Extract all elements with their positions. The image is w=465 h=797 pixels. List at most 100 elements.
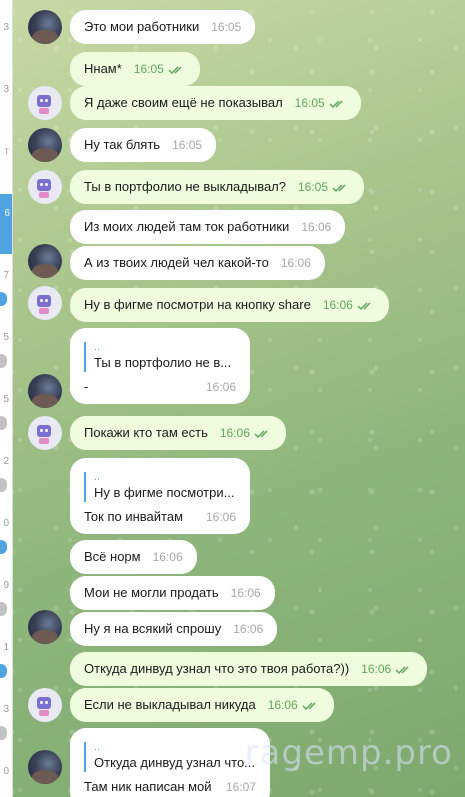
message-text: Ннам* — [84, 61, 122, 76]
message-text: Всё норм — [84, 549, 141, 564]
read-checkmarks-icon — [395, 666, 409, 674]
unread-badge — [0, 540, 7, 554]
watermark: ragemp.pro — [244, 733, 453, 773]
message-time: 16:06 — [205, 380, 236, 394]
message-time: 16:06 — [230, 586, 261, 600]
message-time: 16:06 — [301, 220, 332, 234]
reply-quote[interactable]: .. Ну в фигме посмотри... — [84, 472, 236, 502]
message-bubble-outgoing[interactable]: Я даже своим ещё не показывал 16:05 — [70, 86, 361, 120]
message-bubble-outgoing[interactable]: Ннам* 16:05 — [70, 52, 200, 86]
muted-badge — [0, 416, 7, 430]
message-bubble-outgoing[interactable]: Если не выкладывал никуда 16:06 — [70, 688, 334, 722]
read-checkmarks-icon — [329, 100, 343, 108]
message-time: 16:05 — [211, 20, 242, 34]
message-time: 16:05 — [133, 62, 164, 76]
message-text: Ну я на всякий спрошу — [84, 621, 222, 636]
avatar[interactable] — [28, 10, 62, 44]
message-text: Я даже своим ещё не показывал — [84, 95, 283, 110]
message-text: Ну так блять — [84, 137, 161, 152]
message-bubble-reply-incoming[interactable]: .. Откуда динвуд узнал что... Там ник на… — [70, 728, 270, 797]
reply-quote-author: .. — [94, 341, 101, 353]
message-bubble-incoming[interactable]: Мои не могли продать 16:06 — [70, 576, 275, 610]
muted-badge — [0, 602, 7, 616]
message-text: Мои не могли продать — [84, 585, 219, 600]
chat-list-count: т — [4, 146, 9, 157]
message-time: 16:06 — [267, 698, 298, 712]
message-time: 16:06 — [219, 426, 250, 440]
chat-list-count: 5 — [3, 394, 9, 405]
read-checkmarks-icon — [302, 702, 316, 710]
muted-badge — [0, 478, 7, 492]
message-time: 16:06 — [233, 622, 264, 636]
read-checkmarks-icon — [357, 302, 371, 310]
message-bubble-reply-incoming[interactable]: .. Ну в фигме посмотри... Ток по инвайта… — [70, 458, 250, 534]
selected-chat-marker[interactable]: 6 — [0, 194, 12, 254]
message-bubble-reply-incoming[interactable]: .. Ты в портфолио не в... - 16:06 — [70, 328, 250, 404]
reply-quote-author: .. — [94, 741, 101, 753]
avatar[interactable] — [28, 610, 62, 644]
chat-list-count: 3 — [3, 22, 9, 33]
chat-list-count: 3 — [3, 704, 9, 715]
message-time: 16:06 — [280, 256, 311, 270]
avatar[interactable] — [28, 374, 62, 408]
reply-quote-author: .. — [94, 471, 101, 483]
message-bubble-outgoing[interactable]: Покажи кто там есть 16:06 — [70, 416, 286, 450]
chat-list-strip[interactable]: 3 3 т 6 7 5 5 2 0 9 1 3 0 — [0, 0, 13, 797]
message-text: Это мои работники — [84, 19, 200, 34]
message-bubble-incoming[interactable]: Из моих людей там ток работники 16:06 — [70, 210, 346, 244]
avatar[interactable] — [28, 170, 62, 204]
chat-list-count: 0 — [3, 518, 9, 529]
chat-list-count: 3 — [3, 84, 9, 95]
reply-quote[interactable]: .. Откуда динвуд узнал что... — [84, 742, 256, 772]
message-text: Откуда динвуд узнал что это твоя работа?… — [84, 661, 350, 676]
message-text: - — [84, 379, 89, 394]
message-bubble-incoming[interactable]: А из твоих людей чел какой-то 16:06 — [70, 246, 325, 280]
message-time: 16:05 — [294, 96, 325, 110]
message-bubble-outgoing[interactable]: Ну в фигме посмотри на кнопку share 16:06 — [70, 288, 389, 322]
muted-badge — [0, 726, 7, 740]
unread-badge — [0, 664, 7, 678]
message-time: 16:05 — [172, 138, 203, 152]
read-checkmarks-icon — [254, 430, 268, 438]
message-time: 16:05 — [298, 180, 329, 194]
message-time: 16:06 — [205, 510, 236, 524]
reply-quote[interactable]: .. Ты в портфолио не в... — [84, 342, 236, 372]
selected-chat-count: 6 — [4, 208, 10, 219]
chat-view: 3 3 т 6 7 5 5 2 0 9 1 3 0 Это мои работн… — [0, 0, 465, 797]
message-text: Ты в портфолио не выкладывал? — [84, 179, 286, 194]
avatar[interactable] — [28, 286, 62, 320]
chat-list-count: 2 — [3, 456, 9, 467]
avatar[interactable] — [28, 416, 62, 450]
unread-badge — [0, 292, 7, 306]
message-bubble-incoming[interactable]: Ну я на всякий спрошу 16:06 — [70, 612, 278, 646]
avatar[interactable] — [28, 688, 62, 722]
reply-quote-text: Ну в фигме посмотри... — [94, 485, 235, 500]
message-text: А из твоих людей чел какой-то — [84, 255, 269, 270]
message-text: Из моих людей там ток работники — [84, 219, 290, 234]
message-time: 16:06 — [361, 662, 392, 676]
message-time: 16:07 — [225, 780, 256, 794]
message-bubble-outgoing[interactable]: Откуда динвуд узнал что это твоя работа?… — [70, 652, 428, 686]
chat-list-count: 7 — [3, 270, 9, 281]
message-bubble-outgoing[interactable]: Ты в портфолио не выкладывал? 16:05 — [70, 170, 365, 204]
message-bubble-incoming[interactable]: Ну так блять 16:05 — [70, 128, 217, 162]
avatar[interactable] — [28, 244, 62, 278]
chat-list-count: 0 — [3, 766, 9, 777]
message-time: 16:06 — [322, 298, 353, 312]
read-checkmarks-icon — [332, 184, 346, 192]
muted-badge — [0, 354, 7, 368]
message-bubble-incoming[interactable]: Это мои работники 16:05 — [70, 10, 256, 44]
chat-list-count: 5 — [3, 332, 9, 343]
message-text: Покажи кто там есть — [84, 425, 208, 440]
reply-quote-text: Откуда динвуд узнал что... — [94, 755, 256, 770]
message-text: Там ник написан мой — [84, 779, 212, 794]
read-checkmarks-icon — [168, 66, 182, 74]
avatar[interactable] — [28, 750, 62, 784]
chat-list-count: 9 — [3, 580, 9, 591]
message-bubble-incoming[interactable]: Всё норм 16:06 — [70, 540, 197, 574]
message-time: 16:06 — [152, 550, 183, 564]
avatar[interactable] — [28, 128, 62, 162]
message-text: Ну в фигме посмотри на кнопку share — [84, 297, 311, 312]
reply-quote-text: Ты в портфолио не в... — [94, 355, 232, 370]
avatar[interactable] — [28, 86, 62, 120]
